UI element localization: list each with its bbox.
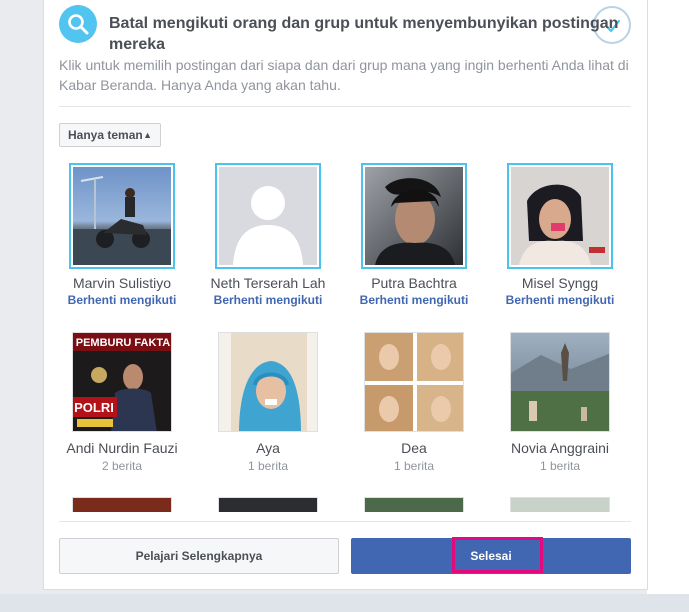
- person-name: Novia Anggraini: [510, 440, 610, 456]
- footer-divider: [59, 521, 631, 522]
- profile-photo[interactable]: [69, 163, 175, 269]
- person-name: Putra Bachtra: [371, 275, 457, 291]
- person-name: Dea: [401, 440, 427, 456]
- unfollow-link[interactable]: Berhenti mengikuti: [344, 293, 484, 307]
- friends-filter-dropdown[interactable]: Hanya teman ▲: [59, 123, 161, 147]
- magazine-title-text: PEMBURU FAKTA: [76, 337, 171, 349]
- search-icon: [59, 5, 97, 43]
- unfollow-link[interactable]: Berhenti mengikuti: [490, 293, 630, 307]
- profile-photo[interactable]: [218, 332, 318, 432]
- post-count: 2 berita: [101, 459, 143, 473]
- post-count: 1 berita: [539, 459, 581, 473]
- page-background-right: [647, 0, 689, 612]
- dialog-title: Batal mengikuti orang dan grup untuk men…: [109, 15, 619, 53]
- people-grid: Marvin Sulistiyo Berhenti mengikuti Neth…: [52, 160, 636, 512]
- profile-photo[interactable]: [218, 497, 318, 512]
- post-count: 1 berita: [393, 459, 435, 473]
- learn-more-button[interactable]: Pelajari Selengkapnya: [59, 538, 339, 574]
- post-count: 1 berita: [247, 459, 289, 473]
- profile-photo[interactable]: [510, 332, 610, 432]
- page-background-bottom: [0, 594, 689, 612]
- unfollow-link[interactable]: Berhenti mengikuti: [52, 293, 192, 307]
- filter-label: Hanya teman: [68, 128, 143, 142]
- profile-photo[interactable]: [215, 163, 321, 269]
- profile-photo[interactable]: [361, 163, 467, 269]
- profile-photo[interactable]: [72, 497, 172, 512]
- person-name: Aya: [256, 440, 280, 456]
- dialog-description: Klik untuk memilih postingan dari siapa …: [59, 57, 629, 93]
- sort-caret-icon: ▲: [143, 130, 152, 140]
- person-name: Marvin Sulistiyo: [72, 275, 172, 291]
- header-divider: [59, 106, 631, 107]
- person-name: Misel Syngg: [521, 275, 599, 291]
- highlight-box: [452, 537, 543, 573]
- profile-photo[interactable]: PEMBURU FAKTA POLRI: [72, 332, 172, 432]
- person-name: Neth Terserah Lah: [210, 275, 326, 291]
- profile-photo[interactable]: [364, 332, 464, 432]
- profile-photo[interactable]: [364, 497, 464, 512]
- magazine-headline-text: POLRI: [74, 400, 114, 415]
- unfollow-link[interactable]: Berhenti mengikuti: [198, 293, 338, 307]
- profile-photo[interactable]: [510, 497, 610, 512]
- person-name: Andi Nurdin Fauzi: [66, 440, 178, 456]
- profile-photo[interactable]: [507, 163, 613, 269]
